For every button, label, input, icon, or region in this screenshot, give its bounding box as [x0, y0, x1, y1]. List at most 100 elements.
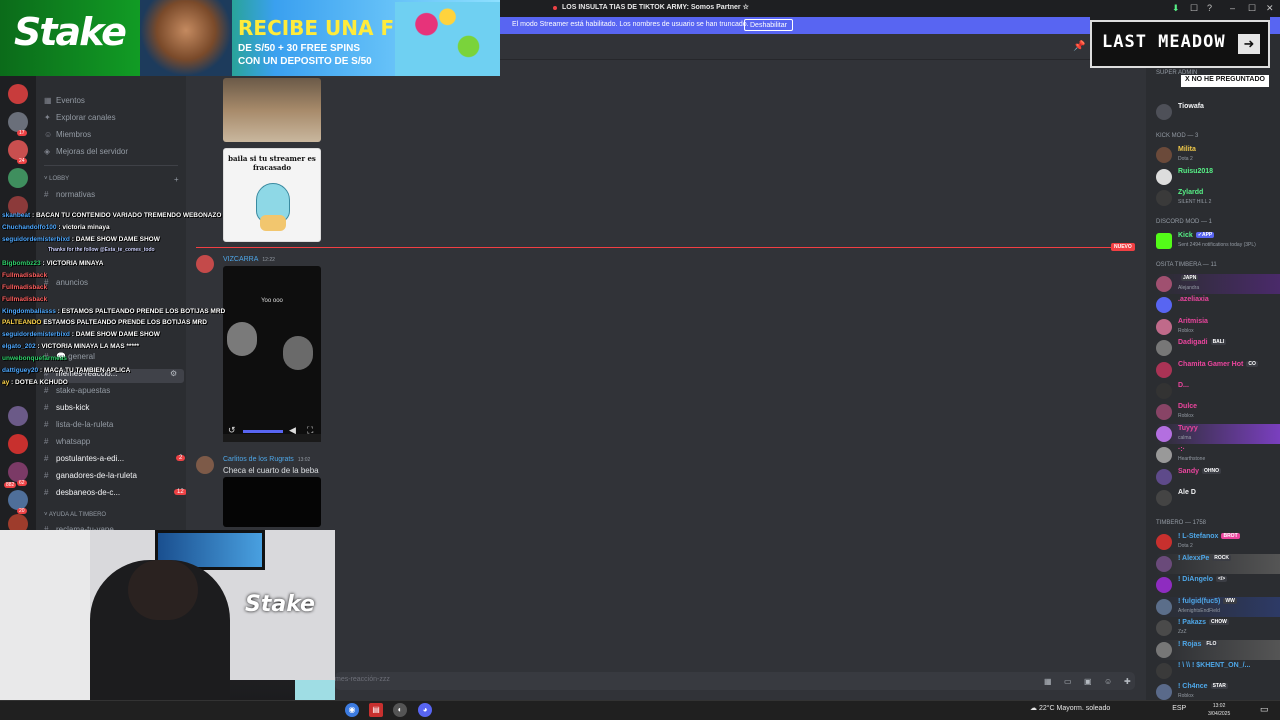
disable-streamer-mode-button[interactable]: Deshabilitar — [744, 19, 793, 31]
last-meadow-badge: LAST MEADOW ➜ — [1090, 20, 1270, 68]
member-item[interactable]: ! Pakazs CHOW ZzZ — [1156, 618, 1280, 638]
member-item[interactable]: Milita Dota 2 — [1156, 145, 1280, 165]
server-icon[interactable] — [8, 434, 28, 454]
member-item[interactable]: ! \ \\ ! $KHENT_ON_/... — [1156, 661, 1280, 681]
close-button[interactable]: ✕ — [1266, 3, 1274, 14]
member-item[interactable]: ! Rojas FLO — [1156, 640, 1280, 660]
nav-server-boosts[interactable]: ◈ Mejoras del servidor — [44, 147, 128, 156]
shield-icon: ◈ — [44, 147, 51, 156]
channel-subs-kick[interactable]: # subs-kick — [44, 403, 184, 417]
app-icon[interactable]: ▤ — [369, 703, 383, 717]
member-item[interactable]: ! DiAngelo </> — [1156, 575, 1280, 595]
server-icon[interactable] — [8, 140, 28, 160]
member-name: Tuyyy — [1178, 425, 1198, 432]
nav-explore-channels[interactable]: ✦ Explorar canales — [44, 113, 116, 122]
chat-line: seguidordemisterbixd : DAME SHOW DAME SH… — [2, 331, 160, 338]
video-embed[interactable]: Yoo ooo ↺ ◀ ⛶ — [223, 266, 321, 442]
server-icon[interactable] — [8, 112, 28, 132]
notification-icon[interactable]: ▭ — [1260, 704, 1269, 715]
channel-label: lista-de-la-ruleta — [56, 420, 114, 429]
member-item[interactable]: Kick ✓APP Sent 2494 notifications today (3… — [1156, 231, 1280, 251]
download-icon[interactable]: ⬇ — [1172, 3, 1180, 14]
nav-members[interactable]: ☺ Miembros — [44, 130, 91, 139]
nav-events[interactable]: ▦ Eventos — [44, 96, 85, 105]
discord-icon[interactable]: ◕ — [418, 703, 432, 717]
sticker-icon[interactable]: ▣ — [1084, 677, 1092, 686]
chat-line: Fullmadisback — [2, 296, 48, 303]
server-icon[interactable] — [8, 462, 28, 482]
member-item[interactable]: ! Ch4nce STAR Roblox — [1156, 682, 1280, 702]
channel-label: postulantes-a-edi... — [56, 454, 125, 463]
maximize-button[interactable]: ☐ — [1248, 3, 1256, 14]
member-item[interactable]: ·:· Hearthstone — [1156, 445, 1280, 465]
message-author[interactable]: Carlitos de los Rugrats — [223, 456, 294, 463]
message-input[interactable]: mes-reacción-zzz — [335, 672, 1135, 690]
member-tag: BALI — [1210, 339, 1227, 346]
minimize-button[interactable]: – — [1230, 3, 1235, 13]
clock[interactable]: 13:02 3/04/2025 — [1208, 702, 1230, 718]
meme-image[interactable]: baila si tu streamer es fracasado — [223, 148, 321, 242]
member-item[interactable]: Dulce Roblox — [1156, 402, 1280, 422]
channel-ganadores[interactable]: # ganadores-de-la-ruleta — [44, 471, 184, 485]
emoji-icon[interactable]: ☺ — [1104, 677, 1112, 686]
cat-image[interactable] — [223, 78, 321, 142]
video-progress[interactable] — [243, 430, 283, 433]
member-item[interactable]: ! fulgid(fuc5) WW ArlenightsEndField — [1156, 597, 1280, 617]
gif-icon[interactable]: ▭ — [1064, 677, 1072, 686]
member-name: ! Rojas FLO — [1178, 641, 1219, 648]
channel-lista-de-la-ruleta[interactable]: # lista-de-la-ruleta — [44, 420, 184, 434]
member-activity: Roblox — [1178, 413, 1194, 419]
lang-indicator[interactable]: ESP — [1172, 705, 1186, 712]
calendar-icon: ▦ — [44, 96, 52, 105]
channel-normativas[interactable]: # normativas — [44, 190, 184, 204]
member-item[interactable]: .azeliaxia — [1156, 295, 1280, 315]
no-preguntado-label: X NO HE PREGUNTADO — [1181, 75, 1269, 87]
member-item[interactable]: Ale D — [1156, 488, 1280, 508]
hash-icon: # — [44, 190, 49, 199]
replay-icon[interactable]: ↺ — [228, 425, 236, 436]
member-activity: ArlenightsEndField — [1178, 608, 1220, 614]
fullscreen-icon[interactable]: ⛶ — [307, 425, 313, 436]
category-lobby[interactable]: ˅ LOBBY — [44, 176, 69, 182]
server-icon[interactable] — [8, 84, 28, 104]
server-icon[interactable] — [8, 490, 28, 510]
member-tag: BROT — [1221, 533, 1240, 540]
help-icon[interactable]: ? — [1207, 3, 1212, 13]
divider — [44, 165, 178, 166]
avatar — [1156, 404, 1172, 420]
weather-icon[interactable]: ☁ — [1030, 705, 1037, 712]
obs-icon[interactable]: ◐ — [393, 703, 407, 717]
category-ayuda[interactable]: ˅ AYUDA AL TIMBERO — [44, 512, 106, 518]
member-item[interactable]: ! L-Stefanox BROT Dota 2 — [1156, 532, 1280, 552]
channel-postulantes[interactable]: # postulantes-a-edi... 2 — [44, 454, 186, 468]
channel-whatsapp[interactable]: # whatsapp — [44, 437, 184, 451]
member-item[interactable]: ! AlexxPe ROCK — [1156, 554, 1280, 574]
member-item[interactable]: D... — [1156, 381, 1280, 401]
video-embed[interactable] — [223, 477, 321, 527]
volume-icon[interactable]: ◀ — [289, 425, 296, 436]
channel-label: normativas — [56, 190, 96, 199]
member-item[interactable]: Sandy OHNO — [1156, 467, 1280, 487]
avatar[interactable] — [196, 456, 214, 474]
server-icon[interactable] — [8, 168, 28, 188]
member-item[interactable]: Chamita Gamer Hot CO — [1156, 360, 1280, 380]
member-item[interactable]: Aritmisia Roblox — [1156, 317, 1280, 337]
gift-icon[interactable]: ▦ — [1044, 677, 1052, 686]
last-meadow-text: LAST MEADOW — [1102, 32, 1226, 52]
apps-icon[interactable]: ✚ — [1124, 677, 1131, 686]
server-icon[interactable] — [8, 406, 28, 426]
member-activity: Hearthstone — [1178, 456, 1206, 462]
member-item[interactable]: JAPN Alejandra — [1156, 274, 1280, 294]
member-item[interactable]: Tuyyy calma — [1156, 424, 1280, 444]
nav-label: Explorar canales — [56, 113, 116, 122]
chrome-icon[interactable]: ◉ — [345, 703, 359, 717]
pin-icon[interactable]: 📌 — [1073, 41, 1085, 52]
channel-desbaneos[interactable]: # desbaneos-de-c... 12 — [44, 488, 187, 502]
member-name: ·:· — [1178, 446, 1185, 453]
member-item[interactable]: Dadigadi BALI — [1156, 338, 1280, 358]
member-item[interactable]: Zylardd SILENT HILL 2 — [1156, 188, 1280, 208]
member-item[interactable]: Ruisu2018 — [1156, 167, 1280, 187]
inbox-icon[interactable]: ☐ — [1190, 3, 1198, 14]
add-channel-icon[interactable]: + — [174, 175, 179, 184]
member-item[interactable]: Tiowafa — [1156, 102, 1280, 122]
